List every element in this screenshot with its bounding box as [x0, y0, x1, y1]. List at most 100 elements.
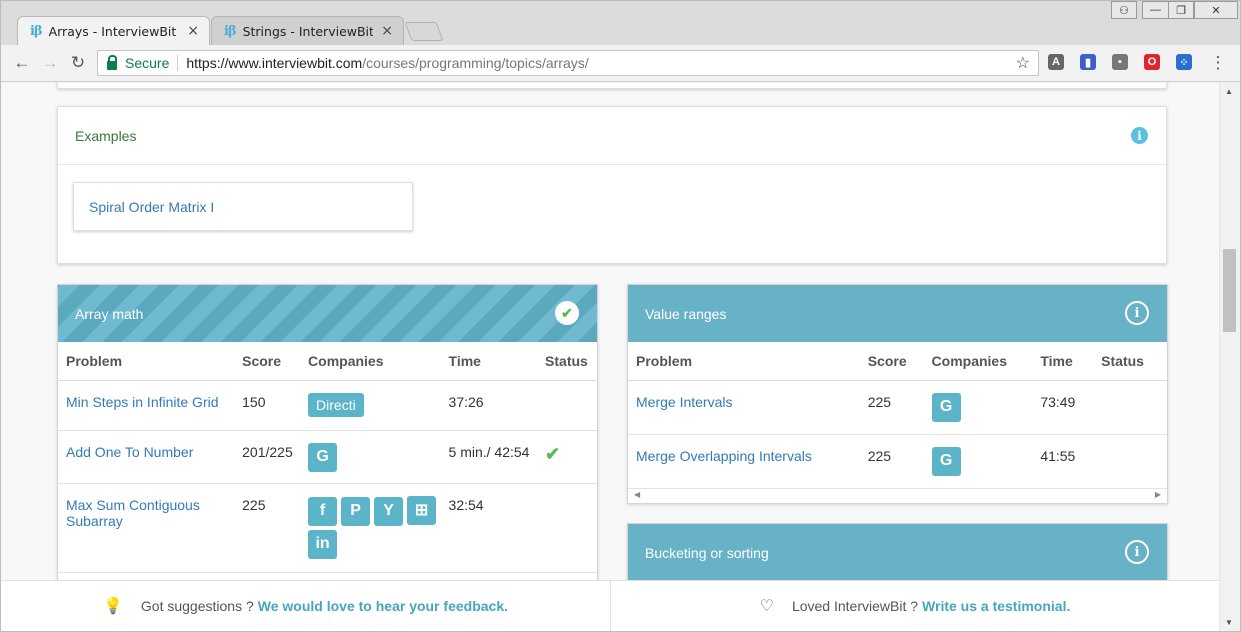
url-host: https://www.interviewbit.com: [186, 55, 363, 71]
company-badge[interactable]: Y: [374, 496, 404, 526]
restore-button[interactable]: ❐: [1168, 1, 1194, 19]
example-link[interactable]: Spiral Order Matrix I: [89, 199, 214, 215]
scroll-down-icon[interactable]: ▼: [1225, 618, 1233, 627]
problem-cell: Merge Overlapping Intervals: [628, 434, 860, 489]
company-badge[interactable]: in: [308, 529, 338, 559]
info-icon[interactable]: i: [1131, 127, 1148, 144]
scroll-left-icon[interactable]: ◀: [634, 490, 640, 499]
status-cell: [537, 380, 597, 431]
close-icon[interactable]: ×: [381, 23, 393, 39]
value-ranges-table: Problem Score Companies Time Status Merge In…: [628, 342, 1167, 489]
menu-dots-icon[interactable]: ⋮: [1207, 52, 1229, 74]
testimonial-link[interactable]: Write us a testimonial.: [922, 598, 1070, 614]
array-math-title: Array math: [75, 305, 144, 322]
problem-cell: Min Steps in Infinite Grid: [58, 380, 235, 431]
footer-bar: 💡 Got suggestions ? We would love to hea…: [1, 580, 1219, 631]
info-icon[interactable]: i: [1125, 301, 1149, 325]
column-header: Companies: [923, 342, 1033, 381]
column-header: Score: [859, 342, 924, 381]
divider: [177, 55, 179, 71]
status-cell: ✔: [537, 430, 597, 484]
testimonial-text: Loved InterviewBit ?: [791, 598, 919, 614]
value-ranges-header: Value ranges i: [628, 285, 1167, 342]
new-tab-button[interactable]: [404, 22, 444, 41]
time-cell: 73:49: [1032, 380, 1094, 435]
angular-icon[interactable]: A: [1048, 54, 1064, 70]
table-row: Merge Intervals 225 G 73:49: [628, 380, 1167, 435]
examples-title: Examples: [75, 127, 137, 144]
examples-card: Examples i Spiral Order Matrix I: [57, 106, 1167, 264]
tab-arrays[interactable]: iβ Arrays - InterviewBit ×: [17, 16, 210, 45]
previous-card-bottom: [57, 83, 1167, 89]
feedback-text: Got suggestions ?: [140, 598, 254, 614]
scroll-right-icon[interactable]: ▶: [1155, 490, 1161, 499]
array-math-header: Array math ✔: [58, 285, 597, 342]
page-content: Examples i Spiral Order Matrix I Array m…: [1, 83, 1219, 631]
lock-icon: [107, 54, 117, 70]
secure-label: Secure: [125, 55, 170, 71]
problem-cell: Max Sum Contiguous Subarray: [58, 483, 235, 573]
tab-strings[interactable]: iβ Strings - InterviewBit ×: [211, 16, 404, 45]
column-header: Time: [440, 342, 538, 381]
colorpick-icon[interactable]: ▮: [1080, 54, 1096, 70]
close-window-button[interactable]: ✕: [1194, 1, 1238, 19]
score-cell: 201/225: [234, 430, 301, 484]
column-header: Problem: [58, 342, 235, 381]
url-text[interactable]: https://www.interviewbit.com/courses/pro…: [186, 55, 588, 71]
value-ranges-card: Value ranges i Problem Score Companies Time…: [627, 284, 1168, 504]
status-cell: [1093, 434, 1167, 489]
company-badge[interactable]: G: [931, 392, 961, 422]
examples-header: Examples i: [58, 107, 1166, 165]
puzzle-icon[interactable]: ▪: [1112, 54, 1128, 70]
company-badge[interactable]: P: [341, 496, 371, 526]
address-bar[interactable]: Secure https://www.interviewbit.com/cour…: [97, 50, 1039, 76]
problem-cell: Add One To Number: [58, 430, 235, 484]
companies-cell: Directi: [300, 380, 441, 431]
solved-check-icon: ✔: [545, 443, 561, 464]
table-header-row: Problem Score Companies Time Status: [58, 342, 597, 381]
table-row: Merge Overlapping Intervals 225 G 41:55: [628, 434, 1167, 489]
user-icon[interactable]: ⚇: [1111, 1, 1137, 19]
opera-icon[interactable]: O: [1144, 54, 1160, 70]
table-row: Min Steps in Infinite Grid 150 Directi 37:2…: [58, 380, 597, 431]
status-cell: [537, 483, 597, 573]
companies-cell: G: [923, 380, 1033, 435]
company-badge[interactable]: f: [308, 496, 338, 526]
info-icon[interactable]: i: [1125, 540, 1149, 564]
column-header: Status: [537, 342, 597, 381]
testimonial-section: ♡ Loved InterviewBit ? Write us a testim…: [610, 581, 1219, 631]
column-header: Score: [234, 342, 301, 381]
dots-icon[interactable]: ⁘: [1176, 54, 1192, 70]
vertical-scrollbar[interactable]: ▲ ▼: [1219, 83, 1240, 631]
table-header-row: Problem Score Companies Time Status: [628, 342, 1167, 381]
feedback-link[interactable]: We would love to hear your feedback.: [258, 598, 508, 614]
bookmark-star-icon[interactable]: ☆: [1016, 53, 1030, 73]
company-badge[interactable]: ⊞: [407, 495, 437, 525]
problem-link[interactable]: Merge Overlapping Intervals: [636, 448, 812, 464]
problem-link[interactable]: Max Sum Contiguous Subarray: [66, 497, 200, 529]
problem-cell: Merge Intervals: [628, 380, 860, 435]
company-badge[interactable]: G: [931, 446, 961, 476]
companies-cell: G: [923, 434, 1033, 489]
close-icon[interactable]: ×: [187, 23, 199, 39]
back-arrow-icon[interactable]: ←: [11, 52, 33, 74]
minimize-button[interactable]: —: [1142, 1, 1169, 19]
forward-arrow-icon[interactable]: →: [39, 52, 61, 74]
scroll-thumb[interactable]: [1223, 249, 1236, 332]
example-item[interactable]: Spiral Order Matrix I: [73, 182, 413, 231]
company-badge[interactable]: G: [308, 442, 338, 472]
problem-link[interactable]: Min Steps in Infinite Grid: [66, 394, 219, 410]
time-cell: 37:26: [440, 380, 538, 431]
table-row: Add One To Number 201/225 G 5 min./ 42:54 ✔: [58, 430, 597, 484]
reload-icon[interactable]: ↻: [67, 52, 89, 74]
score-cell: 225: [859, 380, 924, 435]
lightbulb-icon: 💡: [102, 598, 123, 615]
problem-link[interactable]: Merge Intervals: [636, 394, 732, 410]
scroll-up-icon[interactable]: ▲: [1225, 87, 1233, 96]
table-row: Max Sum Contiguous Subarray 225 f P Y ⊞ in 32:5…: [58, 483, 597, 573]
company-badge[interactable]: Directi: [308, 392, 364, 417]
horizontal-scrollbar[interactable]: ◀ ▶: [628, 485, 1167, 503]
bucketing-title: Bucketing or sorting: [645, 544, 769, 561]
status-cell: [1093, 380, 1167, 435]
problem-link[interactable]: Add One To Number: [66, 444, 193, 460]
